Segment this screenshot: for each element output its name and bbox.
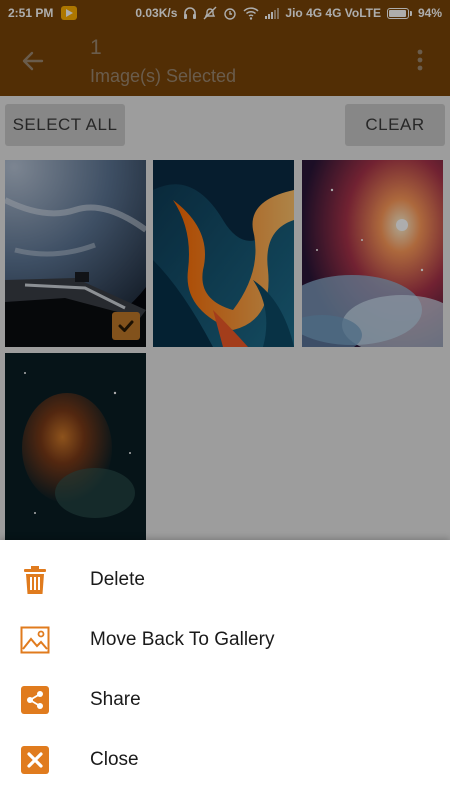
carrier-label: Jio 4G 4G VoLTE [285, 6, 381, 20]
battery-percent: 94% [417, 6, 442, 20]
share-icon [20, 685, 50, 715]
nebula-clouds-image[interactable] [302, 160, 443, 347]
image-icon [20, 625, 50, 655]
back-arrow-icon[interactable] [20, 48, 46, 74]
signal-icon [265, 7, 280, 19]
sheet-item-label: Move Back To Gallery [90, 629, 275, 650]
status-right: 0.03K/s Jio 4G 4G VoLTE 94% [135, 6, 442, 20]
selected-count: 1 [90, 36, 102, 59]
clear-button[interactable]: CLEAR [345, 104, 445, 146]
sheet-item-label: Delete [90, 569, 145, 590]
sheet-item-label: Share [90, 689, 141, 710]
sheet-item-label: Close [90, 749, 139, 770]
headset-icon [183, 6, 197, 20]
selected-check-icon [112, 312, 140, 340]
network-speed: 0.03K/s [135, 6, 178, 20]
wifi-icon [243, 6, 259, 20]
sheet-item-move-back[interactable]: Move Back To Gallery [0, 610, 450, 670]
trash-icon [20, 565, 50, 595]
cosmic-pillar-image[interactable] [5, 353, 146, 543]
sheet-item-close[interactable]: Close [0, 730, 450, 790]
sheet-item-share[interactable]: Share [0, 670, 450, 730]
alarm-icon [223, 6, 237, 20]
gallery-content: SELECT ALL CLEAR [0, 96, 450, 543]
close-icon [20, 745, 50, 775]
abstract-waves-image[interactable] [153, 160, 294, 347]
earth-space-image[interactable] [5, 160, 146, 347]
selection-subtitle: Image(s) Selected [90, 66, 237, 86]
battery-icon [386, 7, 412, 19]
status-time: 2:51 PM [8, 6, 54, 20]
play-app-icon [61, 6, 78, 20]
status-bar: 2:51 PM 0.03K/s Jio 4G 4G VoLTE 94% [0, 0, 450, 26]
app-bar: 1 Image(s) Selected [0, 26, 450, 96]
screen: 2:51 PM 0.03K/s Jio 4G 4G VoLTE 94% 1 Im… [0, 0, 450, 800]
action-sheet: Delete Move Back To Gallery Share Close [0, 540, 450, 800]
select-all-button[interactable]: SELECT ALL [5, 104, 125, 146]
more-options-icon[interactable] [412, 46, 428, 74]
mute-alarm-icon [203, 6, 217, 20]
sheet-item-delete[interactable]: Delete [0, 550, 450, 610]
